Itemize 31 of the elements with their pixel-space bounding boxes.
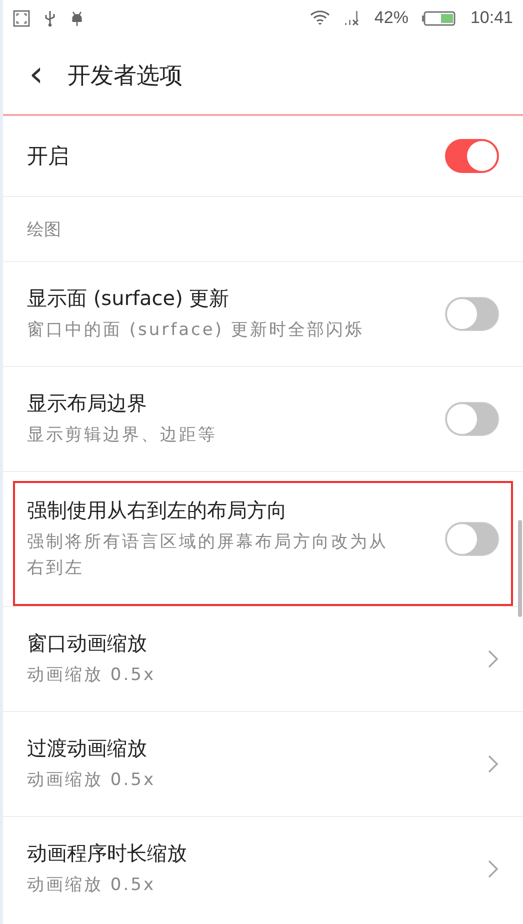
usb-icon (44, 10, 56, 26)
toggle-switch[interactable] (445, 522, 499, 556)
setting-description: 动画缩放 0.5x (27, 664, 156, 687)
toggle-switch[interactable] (445, 402, 499, 436)
setting-title: 动画程序时长缩放 (27, 840, 188, 867)
battery-icon (422, 10, 456, 26)
setting-description: 窗口中的面 (surface) 更新时全部闪烁 (27, 318, 365, 342)
chevron-icon (487, 649, 499, 669)
android-icon (70, 10, 84, 26)
clock-time: 10:41 (470, 8, 513, 28)
setting-description: 强制将所有语言区域的屏幕布局方向改为从右到左 (27, 531, 389, 580)
setting-description: 动画缩放 0.5x (27, 768, 156, 792)
page-title: 开发者选项 (67, 62, 182, 90)
setting-title: 显示布局边界 (27, 390, 148, 417)
setting-title: 显示面 (surface) 更新 (27, 284, 230, 312)
chevron-icon (487, 859, 499, 879)
toggle-switch[interactable] (445, 139, 499, 173)
back-button[interactable]: ‹ (25, 57, 48, 93)
chevron-icon (487, 754, 499, 774)
setting-label: 开启 (27, 143, 69, 170)
setting-title: 强制使用从右到左的布局方向 (27, 497, 288, 524)
wifi-icon (310, 10, 330, 26)
setting-title: 过渡动画缩放 (27, 734, 148, 762)
screenshot-icon (13, 10, 30, 26)
battery-percent: 42% (374, 8, 408, 28)
toggle-switch[interactable] (445, 297, 499, 331)
setting-description: 显示剪辑边界、边距等 (27, 424, 218, 447)
setting-description: 动画缩放 0.5x (27, 874, 156, 897)
section-title: 绘图 (27, 218, 61, 240)
no-signal-icon (344, 10, 360, 26)
setting-title: 窗口动画缩放 (27, 630, 148, 657)
